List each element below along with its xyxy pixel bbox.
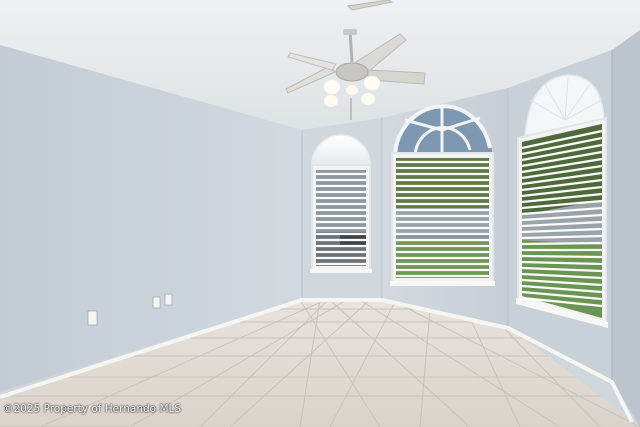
window-right <box>516 74 608 328</box>
window-center <box>390 104 495 286</box>
room-illustration <box>0 0 640 427</box>
wall-outlet <box>152 296 161 309</box>
room-photo: ©2025 Property of Hernando MLS <box>0 0 640 427</box>
wall-outlet <box>87 310 98 326</box>
right-wall <box>612 30 640 427</box>
window-left <box>310 134 372 273</box>
wall-outlet <box>164 293 173 306</box>
copyright-watermark: ©2025 Property of Hernando MLS <box>3 403 182 415</box>
